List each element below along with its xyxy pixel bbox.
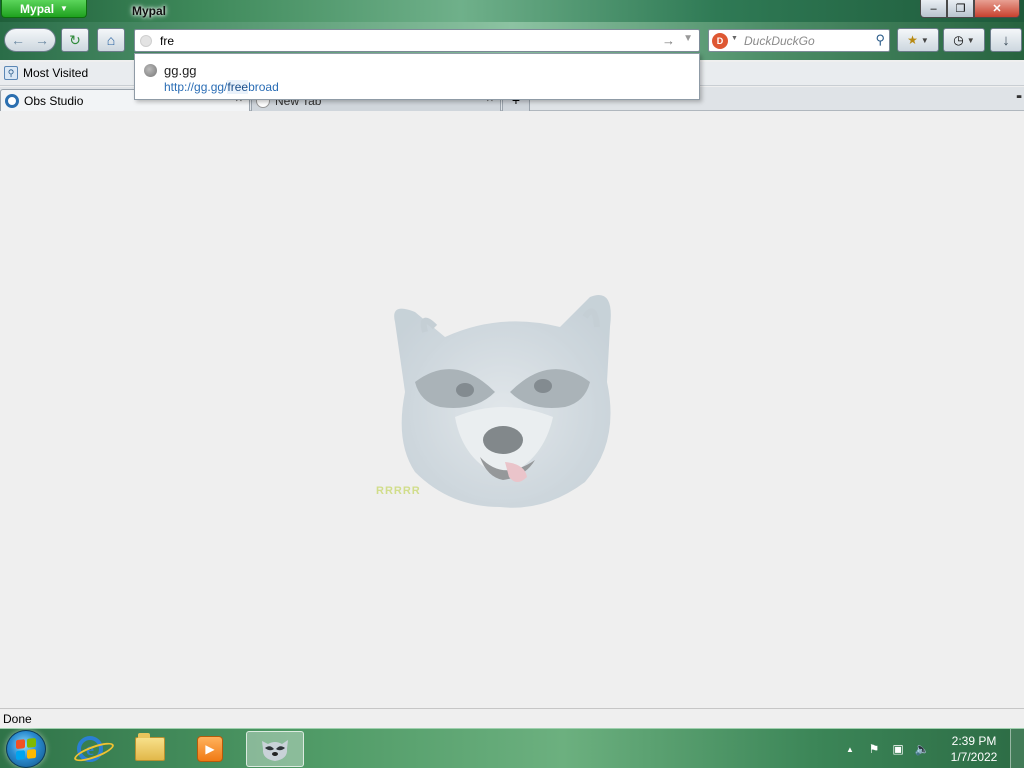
downloads-button[interactable]: ↓ — [990, 28, 1022, 52]
chevron-down-icon: ▼ — [920, 35, 929, 45]
windows-logo-icon — [16, 737, 36, 761]
close-button[interactable]: ✕ — [974, 0, 1020, 18]
raccoon-logo-image — [394, 295, 611, 508]
status-text: Done — [3, 712, 32, 726]
maximize-button[interactable]: ❐ — [947, 0, 974, 18]
show-desktop-button[interactable] — [1010, 729, 1024, 768]
autocomplete-url: http://gg.gg/freebroad — [164, 80, 279, 94]
taskbar-internet-explorer[interactable]: e — [62, 731, 118, 767]
globe-icon — [144, 64, 157, 77]
chevron-down-icon: ▼ — [60, 4, 68, 13]
internet-explorer-icon: e — [77, 736, 103, 762]
folder-search-icon: ⚲ — [4, 66, 18, 80]
duckduckgo-icon[interactable]: D — [712, 33, 728, 49]
page-favicon-icon — [140, 35, 152, 47]
app-menu-label: Mypal — [20, 1, 55, 16]
title-bar: Mypal ▼ Mypal – ❐ ✕ — [0, 0, 1024, 22]
clock-time: 2:39 PM — [951, 734, 997, 748]
clock-date: 1/7/2022 — [950, 750, 998, 764]
tab-label: Obs Studio — [24, 93, 84, 108]
clock-icon: ◷ — [953, 33, 964, 47]
home-button[interactable]: ⌂ — [97, 28, 125, 52]
back-icon[interactable]: ← — [6, 32, 30, 48]
bookmarks-star-icon: ★ — [907, 33, 918, 47]
taskbar-clock[interactable]: 2:39 PM 1/7/2022 — [940, 733, 1008, 765]
bookmark-most-visited[interactable]: ⚲ Most Visited — [4, 66, 88, 80]
url-input[interactable] — [160, 33, 660, 49]
volume-icon[interactable]: 🔈 — [914, 741, 930, 757]
system-tray: ▲ ⚑ ▣ 🔈 — [842, 729, 930, 768]
download-arrow-icon: ↓ — [1002, 31, 1010, 49]
forward-icon[interactable]: → — [30, 32, 54, 48]
autocomplete-title: gg.gg — [164, 63, 197, 78]
magnifier-icon[interactable]: ⚲ — [875, 32, 885, 48]
taskbar-mypal[interactable] — [246, 731, 304, 767]
url-history-dropdown-icon[interactable]: ▼ — [683, 33, 693, 44]
history-menu-button[interactable]: ◷ ▼ — [943, 28, 985, 52]
bookmarks-menu-button[interactable]: ★ ▼ — [897, 28, 939, 52]
folder-icon — [135, 733, 165, 761]
bookmark-label: Most Visited — [23, 66, 89, 80]
chevron-down-icon: ▼ — [966, 35, 975, 45]
minimize-button[interactable]: – — [920, 0, 947, 18]
action-center-flag-icon[interactable]: ⚑ — [866, 741, 882, 757]
window-controls: – ❐ ✕ — [920, 0, 1020, 18]
tab-groups-icon[interactable]: ▪▪ — [1016, 91, 1022, 103]
media-player-icon: ▶ — [197, 736, 223, 762]
network-icon[interactable]: ▣ — [890, 741, 906, 757]
obs-icon — [5, 93, 19, 108]
watermark-text: RRRRR — [376, 485, 421, 497]
url-suffix: broad — [248, 80, 279, 94]
url-autocomplete-popup: gg.gg http://gg.gg/freebroad — [134, 53, 700, 100]
taskbar: e ▶ ▲ ⚑ ▣ 🔈 2:39 PM 1/7/2022 — [0, 728, 1024, 768]
page-content: RRRRR — [0, 112, 1024, 708]
url-bar[interactable]: → ▼ — [134, 29, 700, 52]
url-prefix: http://gg.gg/ — [164, 80, 228, 94]
window-title: Mypal — [132, 4, 167, 18]
show-hidden-icons-icon[interactable]: ▲ — [842, 741, 858, 757]
url-match: free — [227, 80, 249, 94]
app-menu-button[interactable]: Mypal ▼ — [1, 0, 87, 18]
mypal-raccoon-icon — [262, 740, 288, 761]
search-bar[interactable]: D ▼ ⚲ — [708, 29, 890, 52]
taskbar-media-player[interactable]: ▶ — [182, 731, 238, 767]
reload-button[interactable]: ↻ — [61, 28, 89, 52]
autocomplete-item[interactable]: gg.gg http://gg.gg/freebroad — [135, 54, 699, 99]
search-engine-chevron-icon[interactable]: ▼ — [731, 35, 738, 42]
back-forward-group: ← → — [4, 28, 56, 52]
status-bar: Done — [0, 708, 1024, 728]
start-button[interactable] — [6, 730, 46, 768]
go-arrow-icon[interactable]: → — [662, 33, 675, 48]
taskbar-file-explorer[interactable] — [122, 731, 178, 767]
search-input[interactable] — [744, 34, 869, 48]
